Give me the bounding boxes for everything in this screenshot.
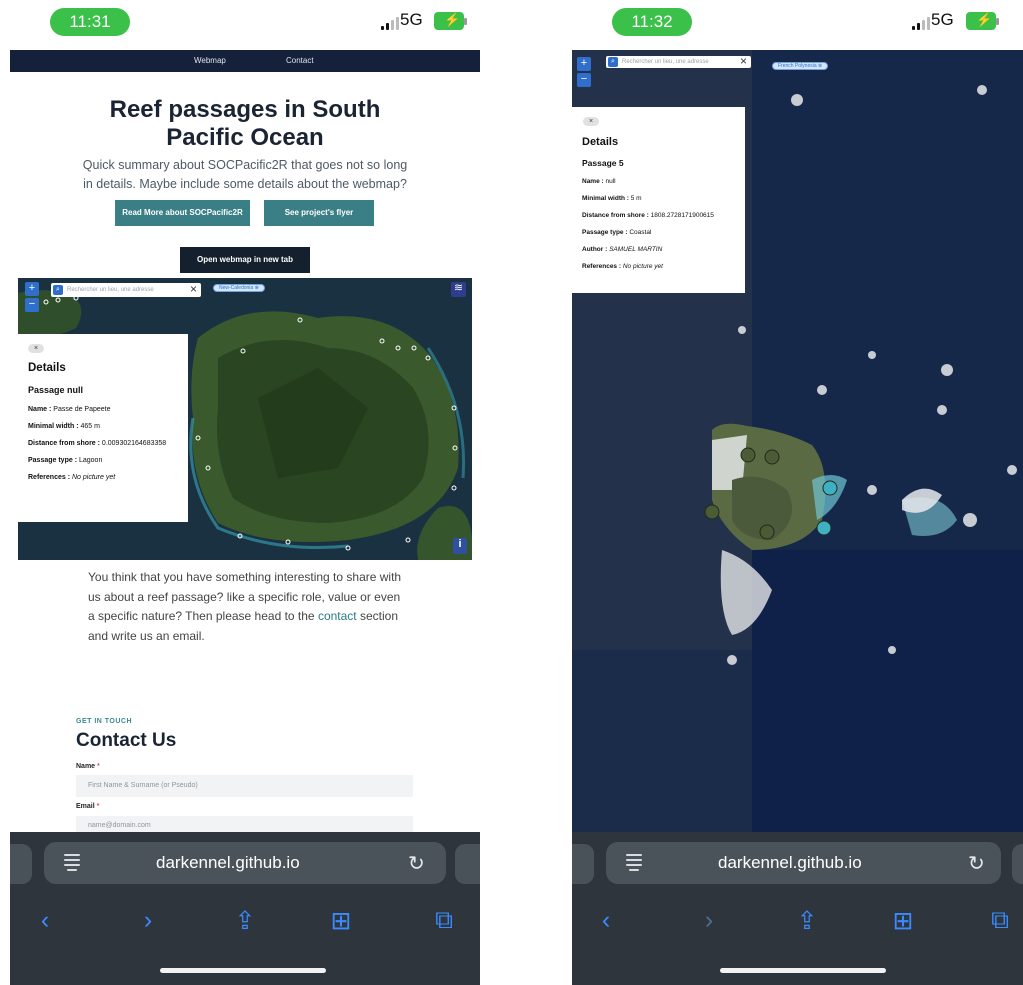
passage-name: Passage 5 — [582, 158, 624, 168]
next-tab[interactable] — [1012, 844, 1023, 884]
detail-row-references: References : No picture yet — [28, 474, 116, 481]
webmap[interactable]: + − ⌕ Rechercher un lieu, une adresse × … — [18, 278, 472, 560]
url-text: darkennel.github.io — [718, 853, 862, 872]
details-title: Details — [582, 136, 619, 148]
map-search-placeholder: Rechercher un lieu, une adresse — [67, 287, 154, 293]
back-icon[interactable]: ‹ — [25, 906, 65, 935]
flyer-button[interactable]: See project's flyer — [264, 200, 374, 226]
left-phone-screen: 11:31 5G ⚡ Webmap Contact Reef passages … — [10, 0, 480, 985]
battery-icon: ⚡ — [966, 12, 999, 30]
status-bar: 11:31 5G ⚡ — [10, 0, 480, 48]
zoom-in-button[interactable]: + — [25, 282, 39, 296]
zoom-out-button[interactable]: − — [577, 73, 591, 87]
info-button[interactable]: i — [453, 538, 467, 554]
page-title: Reef passages in South Pacific Ocean — [109, 96, 381, 151]
detail-row-author: Author : SAMUEL MARTIN — [582, 246, 663, 253]
reload-icon[interactable]: ↻ — [408, 851, 425, 876]
signal-icon — [912, 14, 930, 30]
right-phone-screen: 11:32 5G ⚡ + − ⌕ Rechercher un lieu, une… — [572, 0, 1023, 985]
contact-title: Contact Us — [76, 730, 177, 751]
detail-row-distance: Distance from shore : 0.009302164683358 — [28, 440, 167, 447]
clock: 11:32 — [612, 8, 692, 36]
zoom-out-button[interactable]: − — [25, 298, 39, 312]
next-tab[interactable] — [455, 844, 480, 884]
webmap[interactable]: + − ⌕ Rechercher un lieu, une adresse × … — [572, 50, 1023, 832]
address-bar[interactable]: darkennel.github.io ↻ — [606, 842, 1001, 884]
page-subtitle: Quick summary about SOCPacific2R that go… — [82, 158, 408, 191]
browser-chrome: darkennel.github.io ↻ ‹ › ⇪ ⊞ ⧉ — [10, 832, 480, 985]
clear-search-icon[interactable]: × — [190, 282, 197, 296]
clear-search-icon[interactable]: × — [740, 54, 747, 68]
home-indicator[interactable] — [720, 968, 886, 973]
back-icon[interactable]: ‹ — [586, 906, 626, 935]
read-more-button[interactable]: Read More about SOCPacific2R — [115, 200, 250, 226]
close-details-button[interactable]: × — [28, 344, 44, 353]
section-kicker: GET IN TOUCH — [76, 718, 133, 725]
detail-row-distance: Distance from shore : 1808.2728171900615 — [582, 212, 714, 219]
browser-toolbar: ‹ › ⇪ ⊞ ⧉ — [10, 906, 480, 946]
region-chip[interactable]: New-Caledonia ⊗ — [213, 284, 265, 292]
share-icon[interactable]: ⇪ — [225, 906, 265, 936]
forward-icon[interactable]: › — [128, 906, 168, 935]
contact-link[interactable]: contact — [318, 609, 357, 623]
reader-icon[interactable] — [626, 854, 642, 872]
home-indicator[interactable] — [160, 968, 326, 973]
reader-icon[interactable] — [64, 854, 80, 872]
share-paragraph: You think that you have something intere… — [88, 570, 402, 643]
nav-link-webmap[interactable]: Webmap — [194, 56, 226, 65]
passage-name: Passage null — [28, 385, 84, 395]
search-icon: ⌕ — [53, 285, 63, 295]
previous-tab[interactable] — [572, 844, 594, 884]
signal-icon — [381, 14, 399, 30]
map-search-placeholder: Rechercher un lieu, une adresse — [622, 59, 709, 65]
map-search-input[interactable]: ⌕ Rechercher un lieu, une adresse × — [606, 54, 751, 68]
bolt-icon: ⚡ — [976, 12, 993, 27]
bookmarks-icon[interactable]: ⊞ — [883, 906, 923, 936]
share-icon[interactable]: ⇪ — [787, 906, 827, 936]
browser-toolbar: ‹ › ⇪ ⊞ ⧉ — [572, 906, 1023, 946]
map-search-input[interactable]: ⌕ Rechercher un lieu, une adresse × — [51, 282, 201, 297]
zoom-in-button[interactable]: + — [577, 57, 591, 71]
layers-icon[interactable]: ≋ — [451, 282, 466, 297]
email-label: Email * — [76, 803, 100, 810]
reload-icon[interactable]: ↻ — [968, 851, 985, 876]
detail-row-type: Passage type : Lagoon — [28, 457, 103, 464]
status-bar: 11:32 5G ⚡ — [572, 0, 1023, 48]
detail-row-type: Passage type : Coastal — [582, 229, 652, 236]
details-panel: × Details Passage null Name : Passe de P… — [18, 334, 188, 522]
clock: 11:31 — [50, 8, 130, 36]
details-title: Details — [28, 362, 66, 374]
detail-row-references: References : No picture yet — [582, 263, 663, 270]
bolt-icon: ⚡ — [444, 12, 461, 27]
open-webmap-button[interactable]: Open webmap in new tab — [180, 247, 310, 273]
region-chip[interactable]: French Polynesia ⊗ — [772, 62, 829, 70]
network-label: 5G — [931, 10, 954, 29]
top-navigation: Webmap Contact — [10, 50, 480, 72]
name-field[interactable]: First Name & Surname (or Pseudo) — [76, 775, 413, 797]
detail-row-name: Name : null — [582, 178, 616, 185]
close-details-button[interactable]: × — [583, 117, 599, 126]
network-label: 5G — [400, 10, 423, 29]
browser-chrome: darkennel.github.io ↻ ‹ › ⇪ ⊞ ⧉ — [572, 832, 1023, 985]
address-bar[interactable]: darkennel.github.io ↻ — [44, 842, 446, 884]
tabs-icon[interactable]: ⧉ — [980, 906, 1020, 935]
email-field[interactable]: name@domain.com — [76, 816, 413, 832]
detail-row-width: Minimal width : 465 m — [28, 423, 100, 430]
battery-icon: ⚡ — [434, 12, 467, 30]
previous-tab[interactable] — [10, 844, 32, 884]
bookmarks-icon[interactable]: ⊞ — [321, 906, 361, 936]
tabs-icon[interactable]: ⧉ — [424, 906, 464, 935]
details-panel: × Details Passage 5 Name : null Minimal … — [572, 107, 745, 293]
detail-row-name: Name : Passe de Papeete — [28, 406, 111, 413]
detail-row-width: Minimal width : 5 m — [582, 195, 642, 202]
forward-icon[interactable]: › — [689, 906, 729, 935]
url-text: darkennel.github.io — [156, 853, 300, 872]
search-icon: ⌕ — [608, 57, 618, 67]
nav-link-contact[interactable]: Contact — [286, 56, 314, 65]
name-label: Name * — [76, 763, 100, 770]
